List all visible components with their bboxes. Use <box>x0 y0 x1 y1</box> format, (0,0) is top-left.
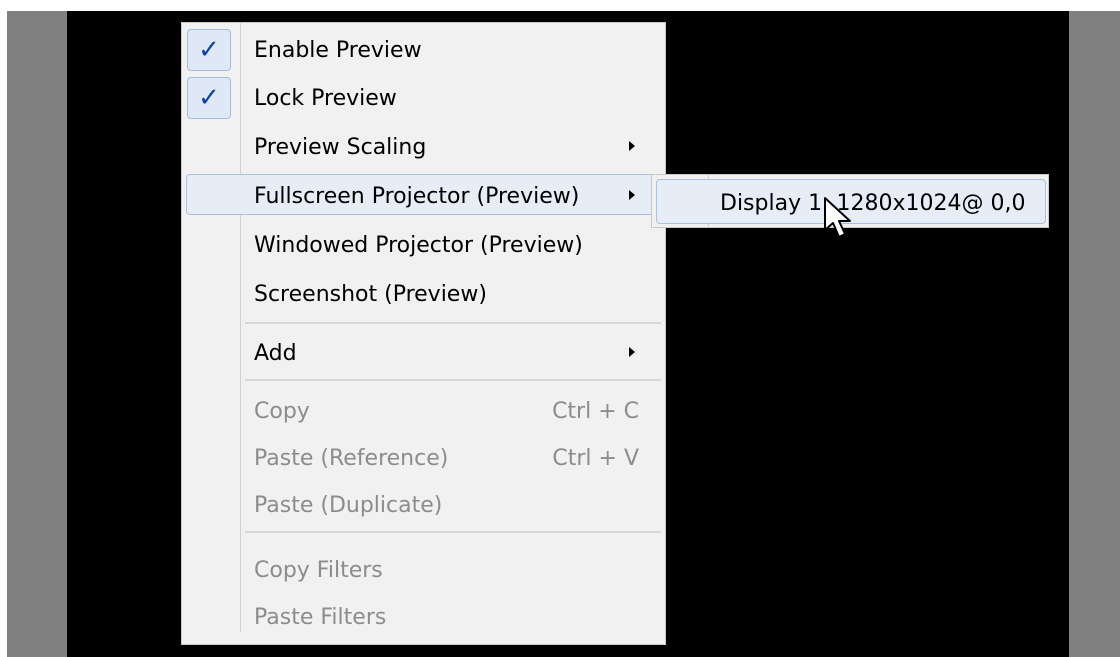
menu-item-enable-preview[interactable]: ✓ Enable Preview <box>182 26 665 72</box>
menu-item-fullscreen-projector[interactable]: Fullscreen Projector (Preview) <box>182 172 665 218</box>
menu-item-lock-preview[interactable]: ✓ Lock Preview <box>182 74 665 120</box>
menu-item-copy-filters[interactable]: Copy Filters <box>182 546 665 592</box>
submenu-arrow-icon <box>629 190 635 200</box>
menu-item-windowed-projector[interactable]: Windowed Projector (Preview) <box>182 221 665 267</box>
check-icon: ✓ <box>187 29 231 71</box>
menu-item-label: Preview Scaling <box>254 135 427 160</box>
menu-separator <box>245 322 661 324</box>
menu-item-label: Paste Filters <box>254 605 387 630</box>
menu-item-label: Paste (Duplicate) <box>254 493 443 518</box>
submenu-arrow-icon <box>629 347 635 357</box>
menu-item-label: Paste (Reference) <box>254 446 449 471</box>
check-icon: ✓ <box>187 77 231 119</box>
mouse-pointer-icon <box>824 197 851 238</box>
menu-item-label: Add <box>254 341 297 366</box>
submenu-arrow-icon <box>629 141 635 151</box>
menu-item-screenshot[interactable]: Screenshot (Preview) <box>182 270 665 316</box>
menu-item-shortcut: Ctrl + V <box>552 446 639 471</box>
menu-item-paste-reference[interactable]: Paste (Reference) Ctrl + V <box>182 434 665 480</box>
submenu-item-label: Display 1: 1280x1024@ 0,0 <box>720 191 1026 216</box>
menu-item-paste-filters[interactable]: Paste Filters <box>182 593 665 639</box>
menu-item-preview-scaling[interactable]: Preview Scaling <box>182 123 665 169</box>
menu-separator <box>245 531 661 533</box>
menu-item-label: Screenshot (Preview) <box>254 282 487 307</box>
menu-item-add[interactable]: Add <box>182 329 665 375</box>
menu-item-label: Windowed Projector (Preview) <box>254 233 583 258</box>
menu-item-label: Copy Filters <box>254 558 383 583</box>
context-menu: ✓ Enable Preview ✓ Lock Preview Preview … <box>181 22 666 645</box>
menu-item-copy[interactable]: Copy Ctrl + C <box>182 387 665 433</box>
menu-item-label: Copy <box>254 399 310 424</box>
menu-item-label: Fullscreen Projector (Preview) <box>254 184 580 209</box>
menu-item-paste-duplicate[interactable]: Paste (Duplicate) <box>182 481 665 527</box>
menu-item-label: Enable Preview <box>254 38 422 63</box>
menu-separator <box>245 379 661 381</box>
menu-item-shortcut: Ctrl + C <box>552 399 639 424</box>
menu-item-label: Lock Preview <box>254 86 397 111</box>
